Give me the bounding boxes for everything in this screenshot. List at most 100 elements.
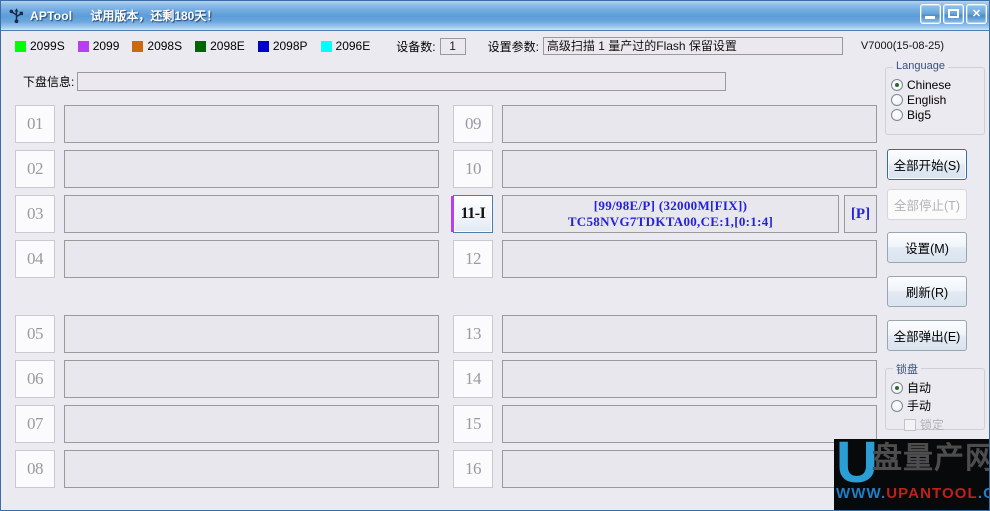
port-number: 08 (15, 450, 55, 488)
port-number: 09 (453, 105, 493, 143)
port-status-field[interactable] (502, 450, 877, 488)
radio-icon (891, 399, 903, 412)
port-number: 07 (15, 405, 55, 443)
watermark-url-suffix: .COM (977, 485, 989, 502)
close-icon: ✕ (971, 7, 982, 20)
legend-item-2098e: 2098E (195, 39, 245, 53)
refresh-button[interactable]: 刷新(R) (887, 276, 967, 307)
port-row[interactable]: 07 (15, 405, 439, 443)
language-group-title: Language (893, 60, 948, 72)
port-number: 13 (453, 315, 493, 353)
port-number: 06 (15, 360, 55, 398)
port-status-field[interactable] (502, 150, 877, 188)
device-count-field[interactable]: 1 (439, 37, 466, 55)
lock-group-title: 锁盘 (893, 361, 921, 377)
window-controls: ✕ (920, 4, 987, 24)
checkbox-icon (904, 418, 916, 431)
port-status-field[interactable]: [99/98E/P] (32000M[FIX]) TC58NVG7TDKTA00… (502, 195, 839, 233)
start-all-button[interactable]: 全部开始(S) (887, 149, 967, 180)
legend-label: 2098E (210, 39, 245, 53)
legend-label: 2098S (147, 39, 183, 53)
port-status-field[interactable] (64, 315, 439, 353)
port-status-field[interactable] (502, 315, 877, 353)
radio-label: Big5 (907, 108, 932, 122)
radio-icon (891, 109, 903, 121)
port-status-field[interactable] (64, 450, 439, 488)
radio-language-big5[interactable]: Big5 (891, 108, 984, 122)
port-row[interactable]: 10 (453, 150, 877, 188)
radio-icon (891, 79, 903, 91)
port-row[interactable]: 14 (453, 360, 877, 398)
port-status-field[interactable] (64, 240, 439, 278)
port-row[interactable]: 08 (15, 450, 439, 488)
legend-swatch (320, 40, 332, 52)
legend-label: 2099 (92, 39, 120, 53)
port-status-field[interactable] (64, 360, 439, 398)
radio-label: English (907, 93, 947, 107)
legend-swatch (15, 40, 26, 52)
minimize-button[interactable] (920, 4, 941, 24)
legend-item-2098p: 2098P (257, 39, 308, 53)
device-count-label: 设备数: (396, 39, 436, 54)
legend-item-2096e: 2096E (320, 39, 370, 53)
maximize-button[interactable] (943, 4, 964, 24)
port-status-field[interactable] (64, 195, 439, 233)
port-row[interactable]: 15 (453, 405, 877, 443)
param-label: 设置参数: (487, 39, 539, 54)
legend-label: 2098P (272, 39, 308, 53)
watermark-url-prefix: WWW. (836, 485, 887, 502)
port-number: 12 (453, 240, 493, 278)
disk-info-field[interactable] (77, 71, 727, 91)
legend-swatch (195, 40, 207, 52)
port-number-text: 11-I (460, 205, 486, 222)
stop-all-button[interactable]: 全部停止(T) (887, 189, 967, 220)
port-number-active: 11-I (451, 195, 493, 233)
side-panel: Language Chinese English Big5 全部开始(S) 全部… (885, 60, 985, 433)
trial-notice: 试用版本，还剩180天！ (90, 9, 219, 23)
legend-label: 2099S (30, 39, 65, 53)
watermark-logo: U 盘量产网 WWW.UPANTOOL.COM (834, 439, 990, 510)
port-status-field[interactable] (502, 405, 877, 443)
param-field[interactable]: 高级扫描 1 量产过的Flash 保留设置 (542, 37, 843, 55)
eject-all-button[interactable]: 全部弹出(E) (887, 320, 967, 351)
port-row-active[interactable]: 11-I [99/98E/P] (32000M[FIX]) TC58NVG7TD… (451, 195, 877, 233)
port-row[interactable]: 01 (15, 105, 439, 143)
port-status-field[interactable] (64, 105, 439, 143)
radio-lock-auto[interactable]: 自动 (891, 379, 984, 396)
port-row[interactable]: 03 (15, 195, 439, 233)
port-status-field[interactable] (502, 360, 877, 398)
port-status-field[interactable] (502, 240, 877, 278)
radio-icon (891, 381, 903, 394)
disk-info-row: 下盘信息: (1, 68, 989, 94)
port-number: 15 (453, 405, 493, 443)
window-title: APTool (30, 8, 73, 23)
port-row[interactable]: 04 (15, 240, 439, 278)
radio-lock-manual[interactable]: 手动 (891, 397, 984, 414)
checkbox-lock[interactable]: 锁定 (904, 416, 984, 433)
port-number: 02 (15, 150, 55, 188)
port-status-field[interactable] (64, 405, 439, 443)
port-status-field[interactable] (64, 150, 439, 188)
port-status-field[interactable] (502, 105, 877, 143)
close-button[interactable]: ✕ (966, 4, 987, 24)
language-group: Language Chinese English Big5 (885, 60, 985, 135)
port-number: 05 (15, 315, 55, 353)
legend-swatch (257, 40, 269, 52)
legend-swatch (132, 40, 144, 52)
radio-label: Chinese (907, 78, 952, 92)
legend-item-2098s: 2098S (132, 39, 182, 53)
port-row[interactable]: 06 (15, 360, 439, 398)
port-row[interactable]: 02 (15, 150, 439, 188)
port-row[interactable]: 16 (453, 450, 877, 488)
radio-language-chinese[interactable]: Chinese (891, 78, 984, 92)
port-row[interactable]: 09 (453, 105, 877, 143)
port-row[interactable]: 12 (453, 240, 877, 278)
settings-button[interactable]: 设置(M) (887, 232, 967, 263)
toolbar-legend-row: 2099S 2099 2098S 2098E 2098P 2096E 设备数: … (1, 32, 989, 60)
port-row[interactable]: 05 (15, 315, 439, 353)
radio-language-english[interactable]: English (891, 93, 984, 107)
port-row[interactable]: 13 (453, 315, 877, 353)
radio-label: 手动 (907, 399, 932, 413)
watermark-brand-cn: 盘量产网 (872, 442, 990, 475)
watermark-url-name: UPANTOOL (886, 485, 978, 502)
